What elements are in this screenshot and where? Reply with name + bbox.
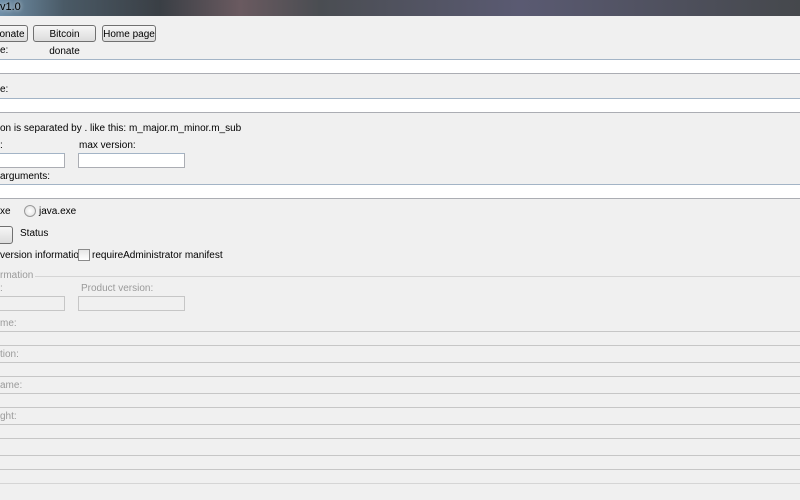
copyright-label: ght:	[0, 411, 17, 422]
product-version-input[interactable]	[78, 296, 185, 311]
name-label: me:	[0, 318, 17, 329]
min-version-input[interactable]	[0, 153, 65, 168]
status-button[interactable]	[0, 226, 13, 244]
file-version-label: :	[0, 283, 3, 294]
file-version-input[interactable]	[0, 296, 65, 311]
runtime-option1-label[interactable]: xe	[0, 206, 11, 217]
description-label: tion:	[0, 349, 19, 360]
max-version-label: max version:	[79, 140, 136, 151]
description-input[interactable]	[0, 362, 800, 377]
window-title: v1.0	[0, 1, 21, 13]
max-version-input[interactable]	[78, 153, 185, 168]
field1-label: e:	[0, 45, 9, 56]
require-admin-label[interactable]: requireAdministrator manifest	[92, 250, 223, 261]
company-input[interactable]	[0, 393, 800, 408]
arguments-label: arguments:	[0, 171, 51, 182]
title-bar	[0, 0, 800, 16]
version-info-group-title: rmation	[0, 270, 36, 281]
home-page-button[interactable]: Home page	[102, 25, 156, 42]
version-format-note: on is separated by . like this: m_major.…	[0, 123, 242, 134]
company-label: ame:	[0, 380, 23, 391]
arguments-input[interactable]	[0, 184, 800, 199]
require-admin-checkbox[interactable]	[78, 249, 90, 261]
bitcoin-donate-button[interactable]: Bitcoin donate	[33, 25, 96, 57]
donate-button[interactable]: onate	[0, 25, 28, 42]
java-exe-radio[interactable]	[24, 205, 36, 217]
name-input[interactable]	[0, 331, 800, 346]
field1-input[interactable]	[0, 59, 800, 74]
field2-label: e:	[0, 84, 9, 95]
version-info-group-border	[0, 276, 800, 277]
java-exe-label[interactable]: java.exe	[39, 206, 76, 217]
copyright-input[interactable]	[0, 424, 800, 439]
field2-input[interactable]	[0, 98, 800, 113]
product-version-label: Product version:	[81, 283, 154, 294]
status-label: Status	[20, 228, 49, 239]
extra-input[interactable]	[0, 455, 800, 470]
min-version-label: :	[0, 140, 3, 151]
version-info-checkbox-label[interactable]: version information	[0, 250, 84, 261]
divider	[0, 483, 800, 484]
